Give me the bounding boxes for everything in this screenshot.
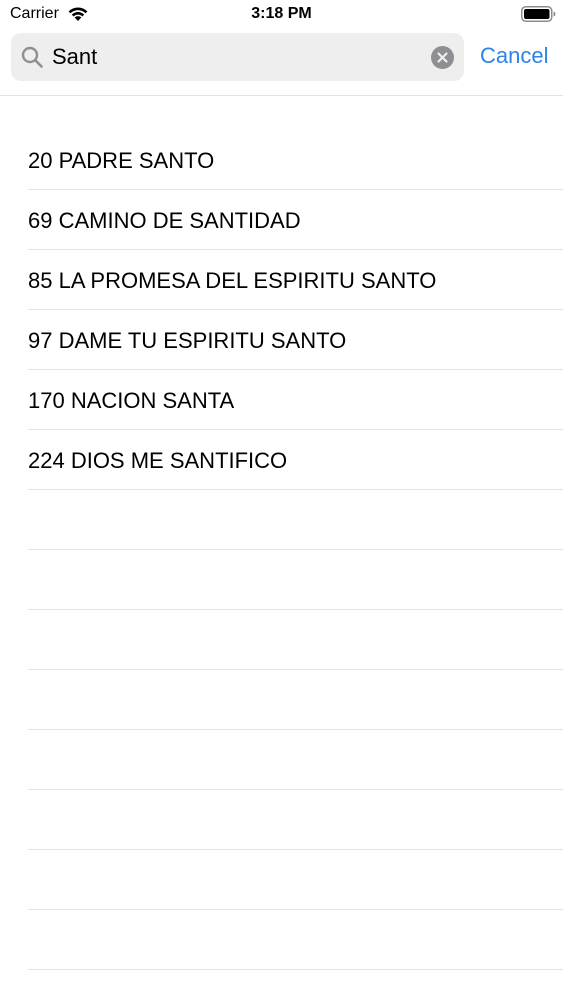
list-item-label: 97 DAME TU ESPIRITU SANTO: [28, 328, 347, 353]
empty-row: [0, 550, 563, 610]
list-item-label: 69 CAMINO DE SANTIDAD: [28, 208, 301, 233]
empty-row: [0, 670, 563, 730]
empty-row: [0, 610, 563, 670]
empty-row: [0, 910, 563, 970]
clear-icon[interactable]: [431, 46, 454, 69]
list-item-label: 224 DIOS ME SANTIFICO: [28, 448, 288, 473]
empty-row: [0, 730, 563, 790]
empty-row: [0, 850, 563, 910]
list-item-label: 85 LA PROMESA DEL ESPIRITU SANTO: [28, 268, 437, 293]
list-item[interactable]: 224 DIOS ME SANTIFICO: [0, 430, 563, 490]
empty-row: [0, 790, 563, 850]
list-item[interactable]: 170 NACION SANTA: [0, 370, 563, 430]
status-bar: Carrier 3:18 PM: [0, 0, 563, 30]
search-field[interactable]: [11, 33, 464, 81]
header-divider: [0, 95, 563, 96]
search-icon: [21, 46, 43, 68]
empty-row: [0, 490, 563, 550]
list-item[interactable]: 97 DAME TU ESPIRITU SANTO: [0, 310, 563, 370]
list-item-label: 20 PADRE SANTO: [28, 148, 215, 173]
list-item[interactable]: 85 LA PROMESA DEL ESPIRITU SANTO: [0, 250, 563, 310]
status-time: 3:18 PM: [251, 5, 312, 22]
search-input[interactable]: [52, 33, 412, 81]
battery-icon: [521, 6, 556, 22]
list-item[interactable]: 69 CAMINO DE SANTIDAD: [0, 190, 563, 250]
row-divider: [28, 969, 563, 970]
results-list: 20 PADRE SANTO 69 CAMINO DE SANTIDAD 85 …: [0, 130, 563, 970]
list-item[interactable]: 20 PADRE SANTO: [0, 130, 563, 190]
cancel-button[interactable]: Cancel: [480, 42, 548, 70]
list-item-label: 170 NACION SANTA: [28, 388, 235, 413]
